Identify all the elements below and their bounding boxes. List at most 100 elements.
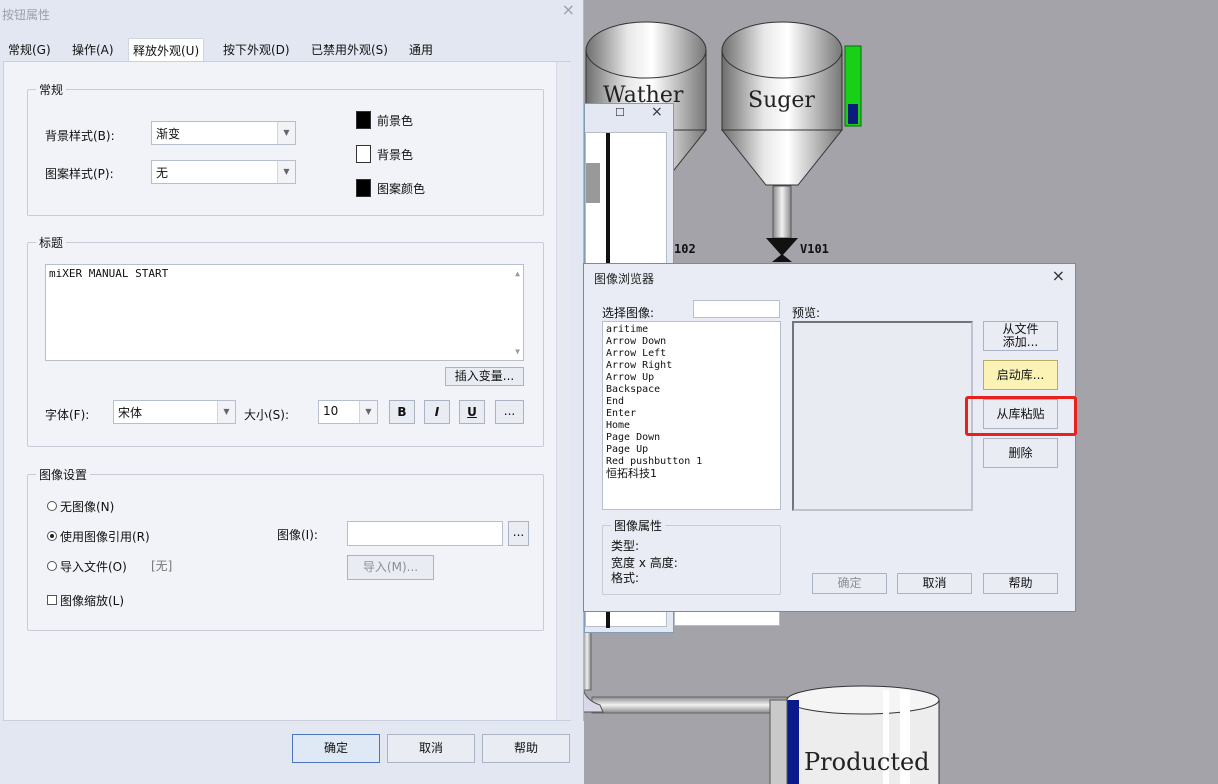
pattern-style-select[interactable]: 无 ▼ bbox=[151, 160, 296, 184]
dialog-title: 按钮属性 bbox=[2, 8, 51, 22]
caption-textarea[interactable]: miXER MANUAL START ▲ ▼ bbox=[45, 264, 524, 361]
import-file-label: 导入文件(O) bbox=[60, 560, 127, 574]
close-icon[interactable]: × bbox=[562, 0, 575, 19]
use-image-ref-radio[interactable] bbox=[47, 531, 57, 541]
scrollbar[interactable] bbox=[556, 62, 571, 720]
font-select[interactable]: 宋体 ▼ bbox=[113, 400, 236, 424]
tab-common[interactable]: 通用 bbox=[405, 38, 437, 62]
tab-general[interactable]: 常规(G) bbox=[4, 38, 55, 62]
select-image-label: 选择图像: bbox=[602, 306, 655, 320]
maximize-icon[interactable]: ☐ bbox=[615, 106, 625, 119]
tab-action[interactable]: 操作(A) bbox=[68, 38, 118, 62]
bg-style-value: 渐变 bbox=[156, 127, 181, 141]
list-item[interactable]: Backspace bbox=[606, 384, 777, 396]
general-group: 常规 背景样式(B): 渐变 ▼ 图案样式(P): 无 ▼ 前景色 背景色 图案… bbox=[27, 81, 544, 216]
button-properties-dialog: 按钮属性 × 常规(G) 操作(A) 释放外观(U) 按下外观(D) 已禁用外观… bbox=[0, 0, 584, 784]
size-select[interactable]: 10 ▼ bbox=[318, 400, 378, 424]
add-from-file-button[interactable]: 从文件 添加... bbox=[983, 321, 1058, 351]
bg-style-select[interactable]: 渐变 ▼ bbox=[151, 121, 296, 145]
chevron-down-icon: ▼ bbox=[277, 161, 295, 183]
tab-release-appearance[interactable]: 释放外观(U) bbox=[128, 38, 205, 63]
list-item[interactable]: Arrow Left bbox=[606, 348, 777, 360]
none-text: [无] bbox=[151, 559, 173, 573]
scale-image-checkbox[interactable] bbox=[47, 595, 57, 605]
scroll-down-icon[interactable]: ▼ bbox=[515, 347, 520, 356]
browser-ok-button[interactable]: 确定 bbox=[812, 573, 887, 594]
bold-button[interactable]: B bbox=[389, 400, 415, 424]
tab-disabled-appearance[interactable]: 已禁用外观(S) bbox=[307, 38, 392, 62]
image-preview bbox=[792, 321, 973, 511]
list-item[interactable]: Arrow Down bbox=[606, 336, 777, 348]
list-item[interactable]: Enter bbox=[606, 408, 777, 420]
divider bbox=[586, 163, 600, 203]
pattern-style-value: 无 bbox=[156, 166, 169, 180]
tab-bar: 常规(G) 操作(A) 释放外观(U) 按下外观(D) 已禁用外观(S) 通用 bbox=[0, 38, 584, 63]
list-item[interactable]: Page Down bbox=[606, 432, 777, 444]
browser-help-button[interactable]: 帮助 bbox=[983, 573, 1058, 594]
size-label: 大小(S): bbox=[244, 408, 290, 422]
no-image-radio[interactable] bbox=[47, 501, 57, 511]
general-group-title: 常规 bbox=[36, 81, 67, 98]
valve2-label: 102 bbox=[674, 242, 696, 256]
close-icon[interactable]: × bbox=[1052, 266, 1065, 285]
list-item[interactable]: End bbox=[606, 396, 777, 408]
image-browser-title: 图像浏览器 bbox=[594, 272, 655, 286]
format-label: 格式: bbox=[611, 571, 640, 585]
caption-text: miXER MANUAL START bbox=[49, 267, 169, 280]
no-image-label: 无图像(N) bbox=[60, 500, 115, 514]
scroll-up-icon[interactable]: ▲ bbox=[515, 269, 520, 278]
image-label: 图像(I): bbox=[277, 528, 318, 542]
caption-group-title: 标题 bbox=[36, 234, 67, 251]
font-value: 宋体 bbox=[118, 406, 143, 420]
image-browser-dialog: 图像浏览器 × 选择图像: 预览: aritime Arrow Down Arr… bbox=[583, 263, 1077, 612]
close-icon[interactable]: × bbox=[651, 104, 663, 120]
chevron-down-icon: ▼ bbox=[217, 401, 235, 423]
cancel-button[interactable]: 取消 bbox=[387, 734, 475, 763]
image-list[interactable]: aritime Arrow Down Arrow Left Arrow Righ… bbox=[602, 321, 781, 510]
list-item[interactable]: Home bbox=[606, 420, 777, 432]
preview-label: 预览: bbox=[792, 306, 821, 320]
chevron-down-icon: ▼ bbox=[277, 122, 295, 144]
list-item[interactable]: 恒拓科技1 bbox=[606, 468, 777, 480]
sugar-tank bbox=[720, 21, 844, 239]
import-button[interactable]: 导入(M)... bbox=[347, 555, 434, 580]
list-item[interactable]: Arrow Up bbox=[606, 372, 777, 384]
import-file-radio[interactable] bbox=[47, 561, 57, 571]
image-browse-button[interactable]: ... bbox=[508, 521, 529, 546]
ok-button[interactable]: 确定 bbox=[292, 734, 380, 763]
launch-library-button[interactable]: 启动库... bbox=[983, 360, 1058, 390]
bg-color-swatch[interactable] bbox=[356, 145, 371, 163]
dialog-footer: 确定 取消 帮助 bbox=[0, 721, 584, 784]
scale-image-label: 图像缩放(L) bbox=[60, 594, 125, 608]
pattern-color-swatch[interactable] bbox=[356, 179, 371, 197]
image-filter-input[interactable] bbox=[693, 300, 780, 318]
tank3-label: Producted bbox=[804, 748, 930, 776]
tab-press-appearance[interactable]: 按下外观(D) bbox=[219, 38, 294, 62]
browser-cancel-button[interactable]: 取消 bbox=[897, 573, 972, 594]
fg-color-swatch[interactable] bbox=[356, 111, 371, 129]
bg-style-label: 背景样式(B): bbox=[45, 129, 115, 143]
fg-color-label: 前景色 bbox=[377, 114, 414, 128]
font-more-button[interactable]: ... bbox=[495, 400, 524, 424]
use-image-ref-label: 使用图像引用(R) bbox=[60, 530, 150, 544]
list-item[interactable]: aritime bbox=[606, 324, 777, 336]
type-label: 类型: bbox=[611, 539, 640, 553]
red-highlight bbox=[965, 396, 1077, 436]
bg-color-label: 背景色 bbox=[377, 148, 414, 162]
level-indicator bbox=[844, 45, 862, 127]
valve-label: V101 bbox=[800, 242, 829, 256]
image-properties-group: 图像属性 类型: 宽度 x 高度: 格式: bbox=[602, 517, 781, 595]
image-settings-group: 图像设置 无图像(N) 使用图像引用(R) 导入文件(O) [无] 图像(I):… bbox=[27, 466, 544, 631]
underline-button[interactable]: U bbox=[459, 400, 485, 424]
list-item[interactable]: Page Up bbox=[606, 444, 777, 456]
valve-v101 bbox=[766, 238, 798, 262]
insert-variable-button[interactable]: 插入变量... bbox=[445, 367, 524, 386]
image-settings-title: 图像设置 bbox=[36, 466, 91, 483]
list-item[interactable]: Arrow Right bbox=[606, 360, 777, 372]
help-button[interactable]: 帮助 bbox=[482, 734, 570, 763]
delete-button[interactable]: 删除 bbox=[983, 438, 1058, 468]
font-label: 字体(F): bbox=[45, 408, 90, 422]
pattern-color-label: 图案颜色 bbox=[377, 182, 426, 196]
image-field[interactable] bbox=[347, 521, 503, 546]
italic-button[interactable]: I bbox=[424, 400, 450, 424]
